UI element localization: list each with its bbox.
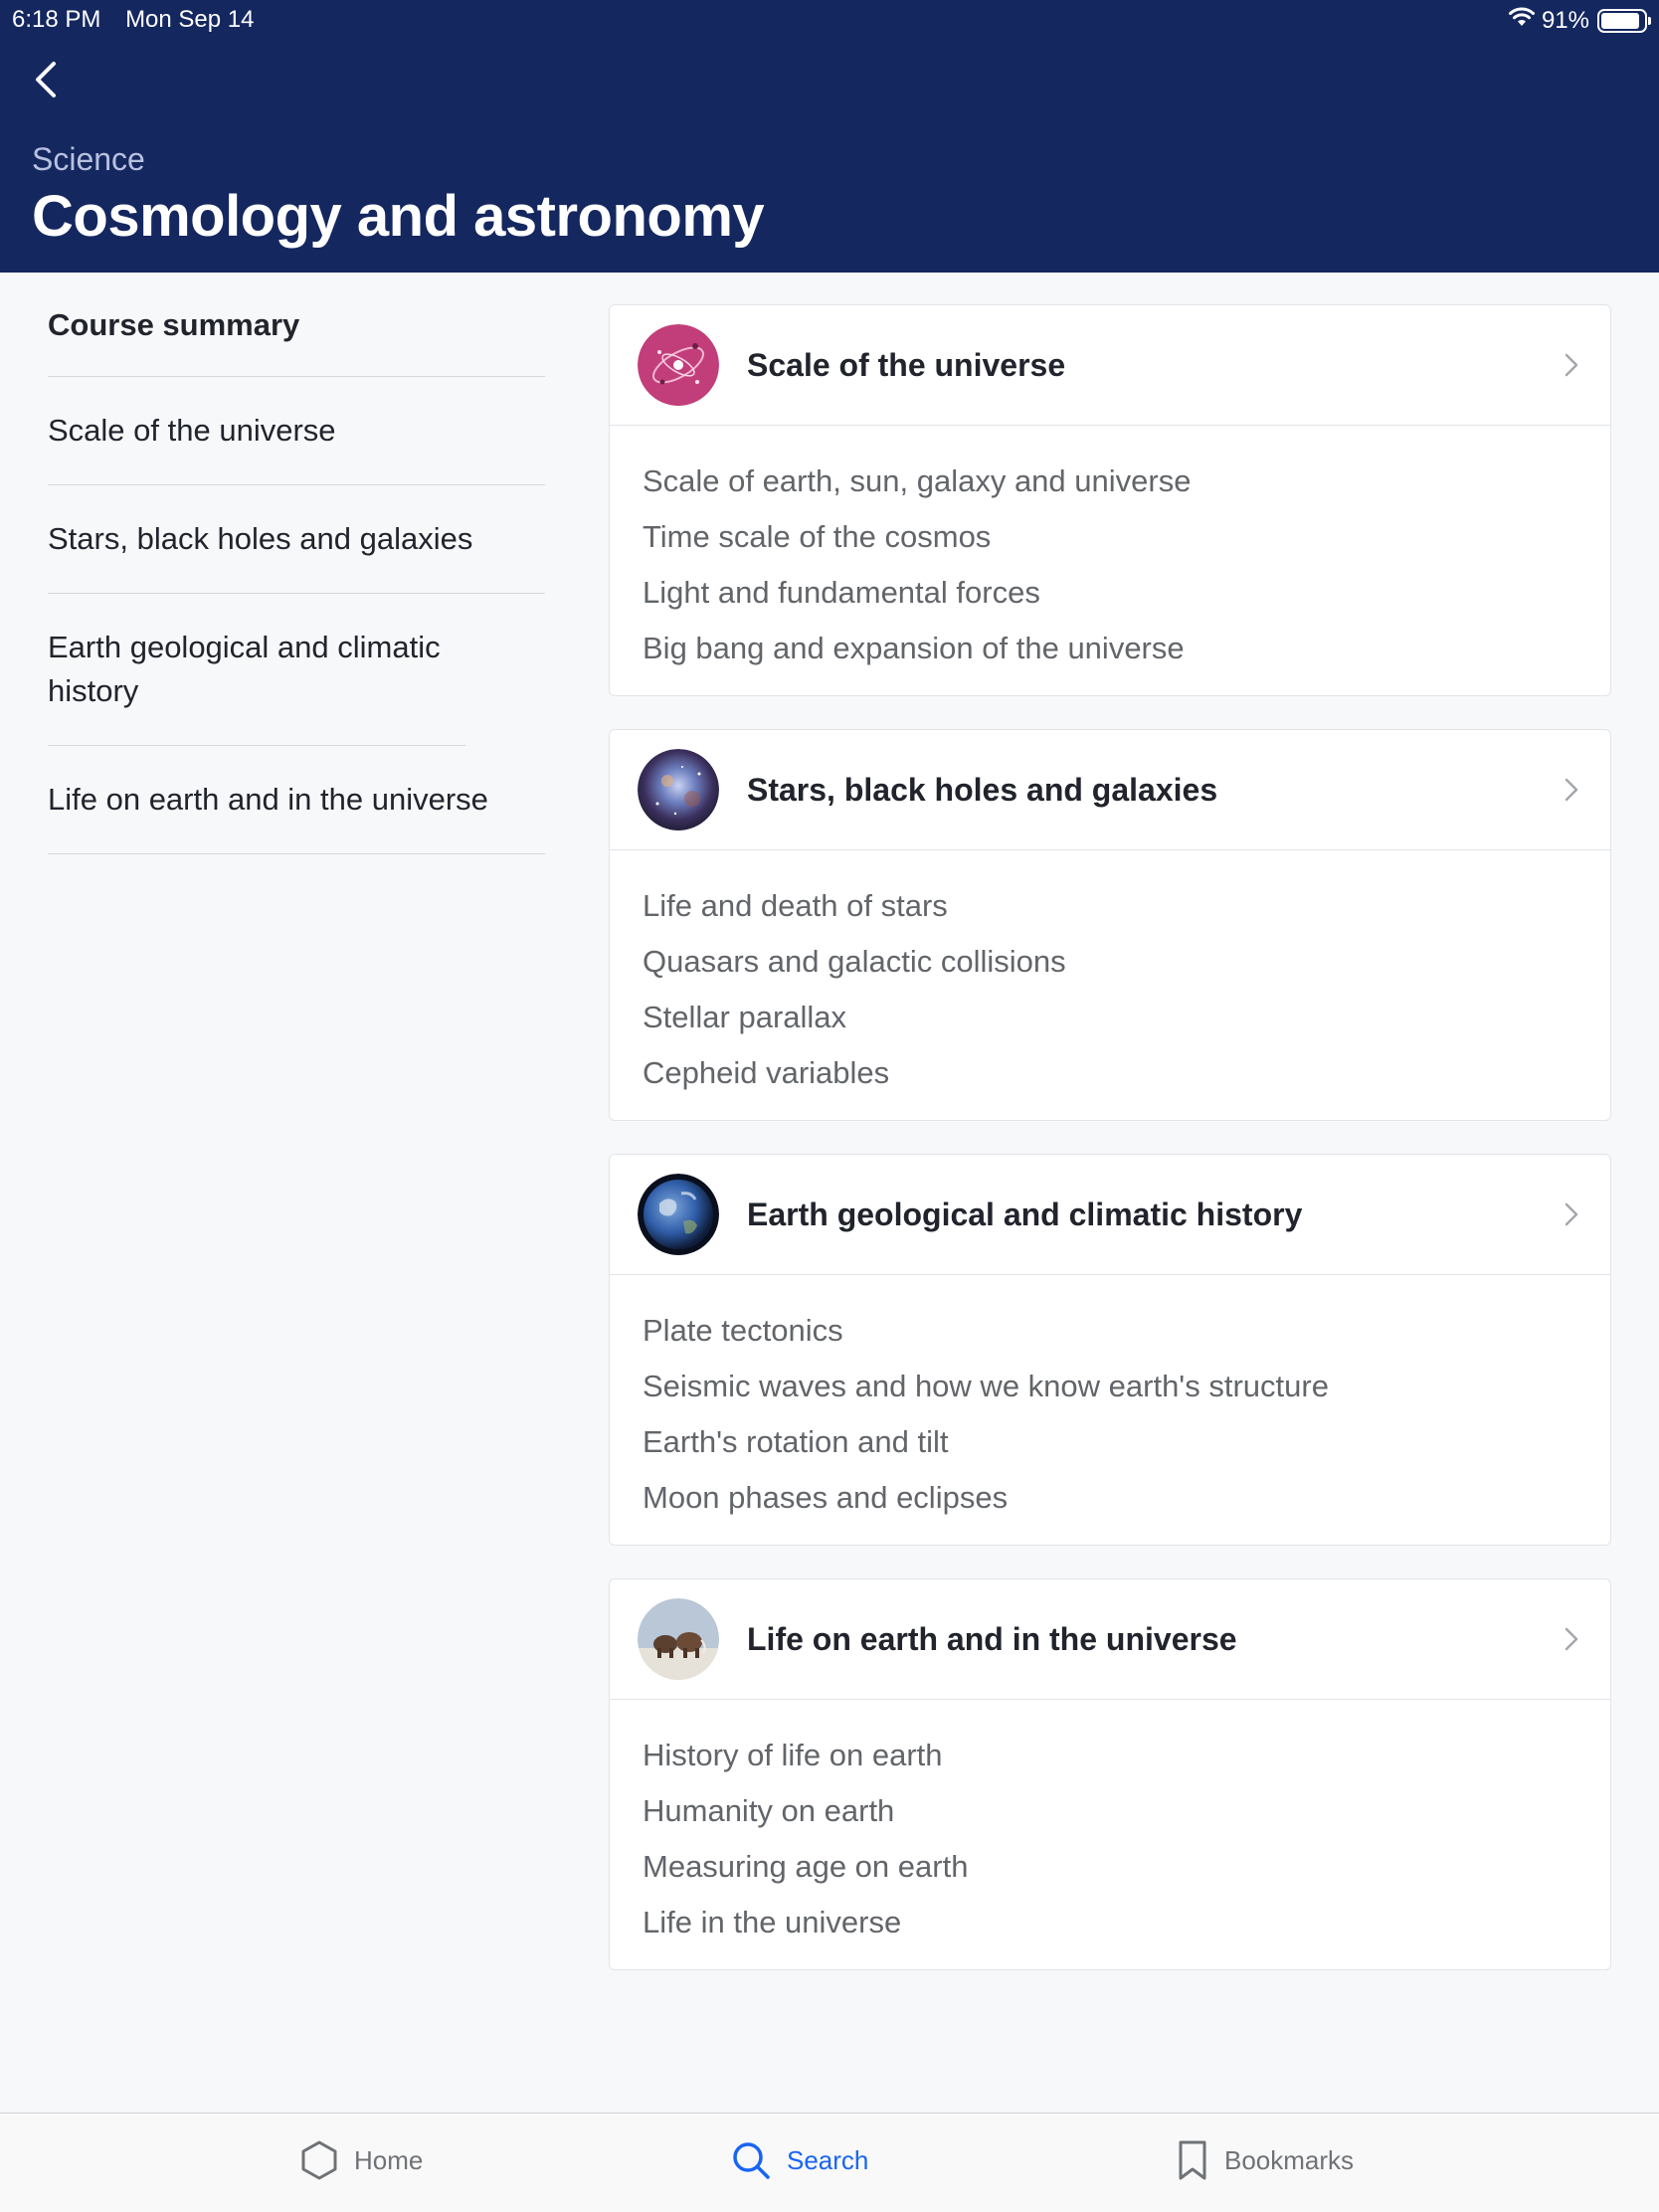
unit-card-header[interactable]: Earth geological and climatic history [610, 1155, 1610, 1275]
topic-link[interactable]: Life and death of stars [643, 878, 1610, 934]
topic-link[interactable]: Scale of earth, sun, galaxy and universe [643, 454, 1610, 509]
tab-bookmarks-label: Bookmarks [1224, 2144, 1355, 2175]
tab-home-label: Home [354, 2144, 424, 2175]
unit-card: Scale of the universe Scale of earth, su… [609, 304, 1611, 696]
unit-topic-list: History of life on earth Humanity on ear… [610, 1700, 1610, 1950]
status-bar-right: 91% [1508, 6, 1651, 35]
tab-bookmarks[interactable]: Bookmarks [1177, 2135, 1354, 2185]
chevron-right-icon [1557, 350, 1586, 380]
hexagon-icon [300, 2139, 338, 2181]
battery-icon [1597, 8, 1651, 33]
topic-link[interactable]: Moon phases and eclipses [643, 1470, 1610, 1526]
chevron-right-icon [1557, 775, 1586, 805]
unit-card-header[interactable]: Life on earth and in the universe [610, 1579, 1610, 1700]
unit-card: Stars, black holes and galaxies Life and… [609, 729, 1611, 1121]
topic-link[interactable]: Cepheid variables [643, 1045, 1610, 1101]
tab-search[interactable]: Search [731, 2135, 868, 2185]
unit-topic-list: Life and death of stars Quasars and gala… [610, 850, 1610, 1101]
topic-link[interactable]: Stellar parallax [643, 990, 1610, 1045]
nebula-icon [638, 749, 719, 830]
topic-link[interactable]: Big bang and expansion of the universe [643, 621, 1610, 676]
tab-home[interactable]: Home [300, 2135, 423, 2185]
unit-card-header[interactable]: Scale of the universe [610, 305, 1610, 426]
tab-search-label: Search [787, 2144, 869, 2175]
back-button[interactable] [24, 60, 68, 103]
sidebar-item-earth-history[interactable]: Earth geological and climatic history [48, 594, 465, 746]
battery-percent: 91% [1541, 6, 1589, 34]
unit-title: Scale of the universe [747, 346, 1066, 383]
page-title: Cosmology and astronomy [32, 184, 765, 249]
status-time: 6:18 PM [12, 6, 101, 33]
bookmark-icon [1177, 2139, 1208, 2181]
topic-link[interactable]: Measuring age on earth [643, 1839, 1610, 1895]
topic-link[interactable]: Humanity on earth [643, 1783, 1610, 1839]
topic-link[interactable]: Quasars and galactic collisions [643, 934, 1610, 990]
unit-topic-list: Plate tectonics Seismic waves and how we… [610, 1275, 1610, 1526]
unit-card-header[interactable]: Stars, black holes and galaxies [610, 730, 1610, 850]
topic-link[interactable]: Plate tectonics [643, 1303, 1610, 1359]
chevron-right-icon [1557, 1624, 1586, 1654]
unit-card: Life on earth and in the universe Histor… [609, 1578, 1611, 1970]
unit-title: Earth geological and climatic history [747, 1196, 1303, 1232]
sidebar-item-life-on-earth[interactable]: Life on earth and in the universe [48, 746, 545, 854]
topic-link[interactable]: Earth's rotation and tilt [643, 1414, 1610, 1470]
status-bar-left: 6:18 PM Mon Sep 14 [12, 6, 272, 34]
earth-icon [638, 1174, 719, 1255]
status-date: Mon Sep 14 [125, 6, 255, 33]
search-icon [731, 2140, 771, 2180]
subject-label: Science [32, 141, 145, 177]
course-sidebar: Course summary Scale of the universe Sta… [48, 273, 545, 854]
topic-link[interactable]: Life in the universe [643, 1895, 1610, 1950]
unit-card: Earth geological and climatic history Pl… [609, 1154, 1611, 1546]
chevron-right-icon [1557, 1199, 1586, 1229]
unit-title: Life on earth and in the universe [747, 1620, 1237, 1657]
topic-link[interactable]: Time scale of the cosmos [643, 509, 1610, 565]
unit-topic-list: Scale of earth, sun, galaxy and universe… [610, 426, 1610, 676]
sidebar-course-summary[interactable]: Course summary [48, 273, 545, 377]
sidebar-item-stars-black-holes[interactable]: Stars, black holes and galaxies [48, 485, 545, 594]
sidebar-item-scale-of-universe[interactable]: Scale of the universe [48, 377, 545, 485]
chevron-left-icon [34, 60, 58, 104]
unit-card-list: Scale of the universe Scale of earth, su… [609, 304, 1611, 2003]
unit-title: Stars, black holes and galaxies [747, 771, 1218, 808]
galaxy-icon [638, 324, 719, 406]
wifi-icon [1508, 6, 1536, 35]
topic-link[interactable]: Seismic waves and how we know earth's st… [643, 1359, 1610, 1414]
mammoth-icon [638, 1598, 719, 1680]
bottom-tab-bar: Home Search Bookmarks [0, 2113, 1659, 2212]
app-header: 6:18 PM Mon Sep 14 91% Science Cosmology… [0, 0, 1659, 273]
topic-link[interactable]: Light and fundamental forces [643, 565, 1610, 621]
topic-link[interactable]: History of life on earth [643, 1728, 1610, 1783]
